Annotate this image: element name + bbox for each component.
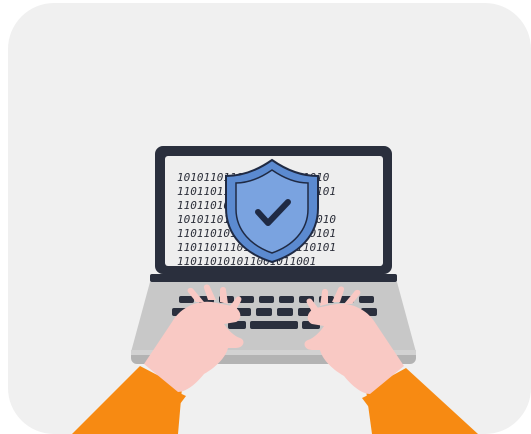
laptop-hinge — [150, 274, 397, 282]
binary-line-7: 110110101011001011001 — [177, 255, 316, 268]
laptop-illustration: 10101101110101010111010 1101101110101110… — [72, 146, 478, 434]
